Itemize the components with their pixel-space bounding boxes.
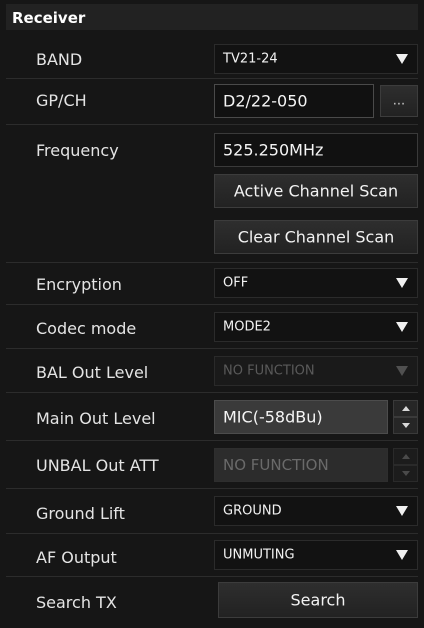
gpch-label: GP/CH [36, 91, 87, 110]
row-divider [6, 533, 418, 534]
row-divider [6, 440, 418, 441]
stepper-up-button[interactable] [393, 400, 418, 417]
clear-channel-scan-button[interactable]: Clear Channel Scan [214, 220, 418, 254]
encryption-label: Encryption [36, 275, 122, 294]
af-output-value: UNMUTING [223, 547, 295, 563]
dropdown-arrow-icon [396, 54, 408, 64]
row-divider [6, 488, 418, 489]
frequency-label: Frequency [36, 141, 119, 160]
clear-channel-scan-label: Clear Channel Scan [237, 227, 395, 247]
chevron-up-icon [402, 406, 410, 411]
unbal-out-att-stepper [393, 448, 418, 482]
af-output-label: AF Output [36, 548, 117, 567]
stepper-up-button [393, 448, 418, 465]
unbal-out-att-field: NO FUNCTION [214, 448, 388, 482]
stepper-down-button[interactable] [393, 417, 418, 434]
unbal-out-att-label: UNBAL Out ATT [36, 456, 159, 475]
ground-lift-dropdown[interactable]: GROUND [214, 496, 418, 526]
stepper-down-button [393, 465, 418, 482]
row-divider [6, 576, 418, 577]
row-divider [6, 392, 418, 393]
search-tx-button[interactable]: Search [218, 582, 418, 618]
ground-lift-label: Ground Lift [36, 504, 125, 523]
main-out-level-field[interactable]: MIC(-58dBu) [214, 400, 388, 434]
frequency-value: 525.250MHz [223, 140, 324, 160]
codec-mode-label: Codec mode [36, 319, 137, 338]
bal-out-level-value: NO FUNCTION [223, 363, 315, 379]
row-divider [6, 348, 418, 349]
search-tx-label: Search TX [36, 593, 117, 612]
bal-out-level-label: BAL Out Level [36, 363, 149, 382]
active-channel-scan-button[interactable]: Active Channel Scan [214, 174, 418, 208]
receiver-section-header: Receiver [6, 4, 418, 30]
dropdown-arrow-icon [396, 322, 408, 332]
more-icon: ... [392, 93, 406, 109]
band-value: TV21-24 [223, 51, 278, 67]
chevron-down-icon [402, 471, 410, 476]
gpch-field[interactable]: D2/22-050 [214, 84, 374, 118]
codec-mode-dropdown[interactable]: MODE2 [214, 312, 418, 342]
chevron-up-icon [402, 454, 410, 459]
row-divider [6, 78, 418, 79]
frequency-field[interactable]: 525.250MHz [214, 133, 418, 167]
encryption-dropdown[interactable]: OFF [214, 268, 418, 298]
gpch-more-button[interactable]: ... [380, 85, 418, 117]
main-out-level-stepper[interactable] [393, 400, 418, 434]
dropdown-arrow-icon [396, 550, 408, 560]
band-dropdown[interactable]: TV21-24 [214, 44, 418, 74]
main-out-level-value: MIC(-58dBu) [223, 407, 323, 427]
unbal-out-att-value: NO FUNCTION [223, 456, 329, 474]
gpch-value: D2/22-050 [223, 91, 308, 111]
ground-lift-value: GROUND [223, 503, 282, 519]
dropdown-arrow-icon [396, 278, 408, 288]
active-channel-scan-label: Active Channel Scan [233, 181, 399, 201]
bal-out-level-dropdown: NO FUNCTION [214, 356, 418, 386]
row-divider [6, 262, 418, 263]
search-button-label: Search [290, 590, 346, 610]
chevron-down-icon [402, 423, 410, 428]
dropdown-arrow-icon [396, 366, 408, 376]
main-out-level-label: Main Out Level [36, 409, 156, 428]
codec-mode-value: MODE2 [223, 319, 271, 335]
row-divider [6, 124, 418, 125]
dropdown-arrow-icon [396, 506, 408, 516]
row-divider [6, 304, 418, 305]
af-output-dropdown[interactable]: UNMUTING [214, 540, 418, 570]
encryption-value: OFF [223, 275, 249, 291]
section-title: Receiver [12, 9, 86, 27]
band-label: BAND [36, 50, 83, 69]
